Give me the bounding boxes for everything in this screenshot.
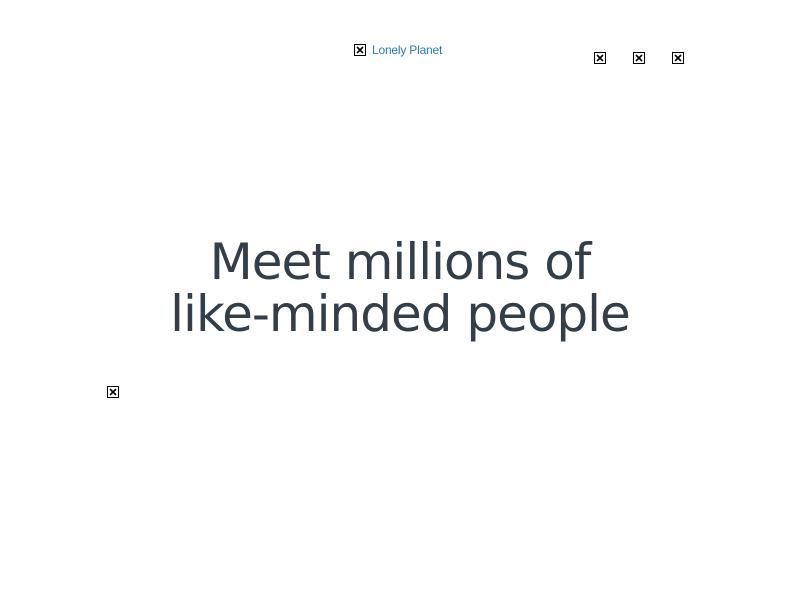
broken-image-icon[interactable]: [672, 52, 684, 64]
header-icon-group: [594, 52, 684, 64]
broken-image-icon: [107, 386, 119, 398]
broken-image-icon[interactable]: [633, 52, 645, 64]
brand-logo-link[interactable]: Lonely Planet: [354, 43, 442, 57]
headline-line-2: like-minded people: [170, 285, 631, 343]
headline-line-1: Meet millions of: [209, 233, 592, 291]
page: Lonely Planet Meet millions of like-mind…: [0, 0, 800, 600]
hero-headline: Meet millions of like-minded people: [0, 236, 800, 340]
brand-name[interactable]: Lonely Planet: [372, 43, 442, 57]
broken-image-icon[interactable]: [594, 52, 606, 64]
broken-image-icon: [354, 44, 366, 56]
